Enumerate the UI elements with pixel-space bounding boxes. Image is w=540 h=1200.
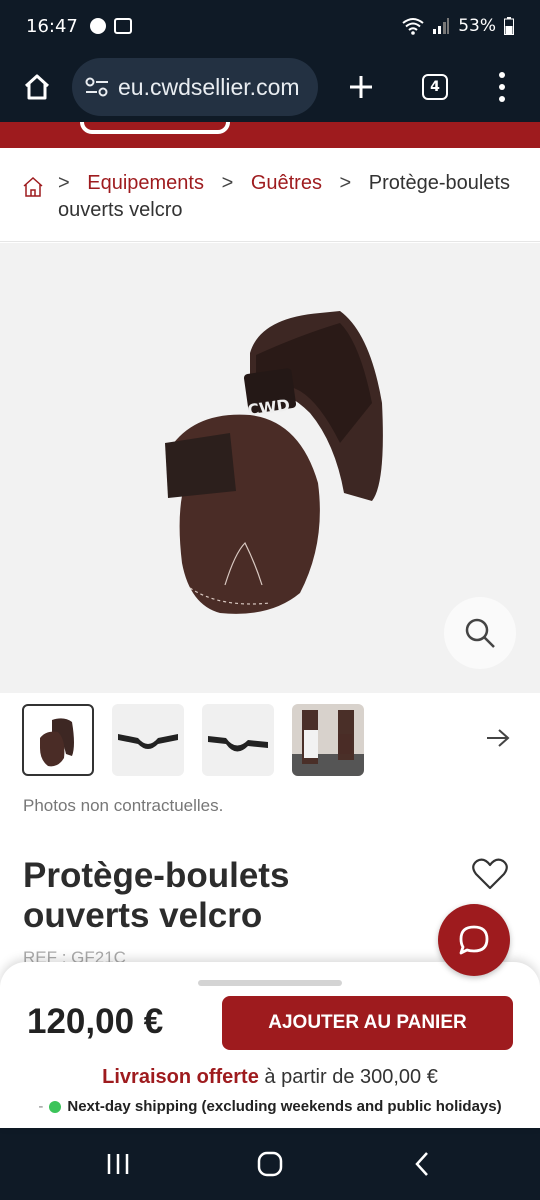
chat-button[interactable] [438,904,510,976]
battery-level: 53% [458,16,496,36]
back-button[interactable] [402,1144,442,1184]
shipping-offer: Livraison offerte [102,1066,259,1088]
site-header [0,122,540,148]
notification-icon [113,18,132,34]
product-price: 120,00 € [27,1002,164,1041]
thumbnail-1[interactable] [22,704,94,776]
photos-disclaimer: Photos non contractuelles. [23,796,224,815]
tabs-icon: 4 [422,74,448,100]
account-icon [89,18,106,34]
status-time: 16:47 [26,15,78,37]
breadcrumb: > Equipements > Guêtres > Protège-boulet… [0,148,540,242]
thumbnail-next-button[interactable] [480,720,516,756]
url-bar[interactable]: eu.cwdsellier.com [72,58,318,116]
signal-icon [433,18,450,34]
drag-handle[interactable] [198,980,342,986]
tune-icon[interactable] [84,76,110,98]
thumbnail-2[interactable] [112,704,184,776]
status-dot-icon [49,1100,62,1113]
wishlist-button[interactable] [468,852,512,896]
home-icon [24,74,50,100]
nextday-text: Next-day shipping (excluding weekends an… [67,1098,502,1115]
recents-icon [107,1154,129,1174]
thumbnail-strip [0,704,540,778]
site-logo[interactable] [80,122,230,134]
product-title: Protège-boulets ouverts velcro [23,856,290,935]
browser-home-button[interactable] [12,62,62,112]
shipping-info: Livraison offerte à partir de 300,00 € [0,1066,540,1089]
zoom-icon [465,618,495,648]
home-circle-icon [257,1151,283,1177]
more-vert-icon [499,72,505,78]
breadcrumb-link-guetres[interactable]: Guêtres [251,172,322,194]
thumbnail-4[interactable] [292,704,364,776]
next-day-shipping: - Next-day shipping (excluding weekends … [0,1098,540,1115]
browser-menu-button[interactable] [482,62,522,112]
chat-icon [459,925,489,955]
arrow-right-icon [487,729,510,747]
plus-icon [350,76,372,98]
house-outline-icon[interactable] [22,176,44,198]
zoom-button[interactable] [444,597,516,669]
back-icon [415,1152,428,1176]
breadcrumb-separator: > [58,172,70,194]
home-nav-button[interactable] [250,1144,290,1184]
shipping-condition: à partir de 300,00 € [258,1066,438,1088]
breadcrumb-separator: > [339,172,352,194]
browser-toolbar: eu.cwdsellier.com 4 [0,52,540,122]
recents-button[interactable] [98,1144,138,1184]
wifi-icon [402,18,424,35]
battery-icon [504,17,514,35]
new-tab-button[interactable] [336,62,386,112]
nextday-dash: - [38,1098,44,1115]
url-text: eu.cwdsellier.com [118,73,300,100]
sticky-cart-bar: 120,00 € AJOUTER AU PANIER Livraison off… [0,962,540,1128]
thumbnail-3[interactable] [202,704,274,776]
heart-icon [472,858,508,890]
system-nav-bar [0,1128,540,1200]
status-bar: 16:47 53% [0,0,540,52]
add-to-cart-button[interactable]: AJOUTER AU PANIER [222,996,513,1050]
breadcrumb-link-equipements[interactable]: Equipements [87,172,204,194]
tabs-button[interactable]: 4 [410,62,460,112]
breadcrumb-separator: > [221,172,234,194]
